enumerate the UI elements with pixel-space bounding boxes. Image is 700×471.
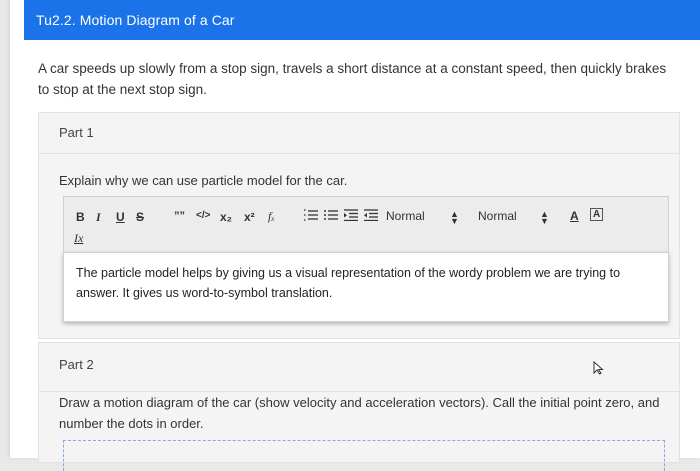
size-select[interactable]: Normal (478, 209, 517, 223)
header-bar: Tu2.2. Motion Diagram of a Car (24, 0, 700, 40)
part2-header[interactable]: Part 2 (38, 342, 680, 392)
part1-question: Explain why we can use particle model fo… (59, 173, 348, 188)
indent-button[interactable] (364, 209, 378, 224)
subscript-button[interactable]: x₂ (220, 210, 232, 224)
answer-editor[interactable]: The particle model helps by giving us a … (63, 252, 669, 322)
chevron-updown-icon: ▼ (450, 216, 459, 226)
chevron-updown-icon: ▼ (540, 216, 549, 226)
mouse-cursor-icon (593, 361, 604, 375)
underline-button[interactable]: U (116, 210, 125, 224)
quote-button[interactable]: ”” (174, 210, 185, 222)
editor-toolbar: B I U S ”” </> x₂ x² fₓ Normal ▲ ▼ Norma… (63, 196, 669, 253)
part1-header[interactable]: Part 1 (38, 112, 680, 154)
font-color-button[interactable]: A (570, 209, 579, 223)
bullet-list-button[interactable] (324, 209, 338, 224)
formula-button[interactable]: fₓ (268, 209, 275, 224)
answer-text: The particle model helps by giving us a … (76, 266, 621, 300)
part2-question: Draw a motion diagram of the car (show v… (59, 395, 660, 431)
outdent-button[interactable] (344, 209, 358, 224)
clear-format-button[interactable]: Ix (74, 231, 83, 246)
part2-label: Part 2 (59, 357, 94, 372)
background-color-button[interactable]: A (590, 208, 604, 221)
strikethrough-button[interactable]: S (136, 210, 144, 224)
code-button[interactable]: </> (196, 210, 210, 221)
page: Tu2.2. Motion Diagram of a Car A car spe… (10, 0, 700, 471)
bullet-list-icon (324, 210, 338, 220)
ordered-list-button[interactable] (304, 209, 318, 224)
superscript-button[interactable]: x² (244, 210, 255, 224)
indent-icon (364, 209, 378, 222)
ordered-list-icon (304, 209, 318, 221)
drawing-canvas[interactable] (63, 440, 665, 471)
bold-button[interactable]: B (76, 210, 85, 224)
part1-body: Explain why we can use particle model fo… (38, 153, 680, 339)
italic-button[interactable]: I (96, 210, 101, 225)
part1-label: Part 1 (59, 125, 94, 140)
page-title: Tu2.2. Motion Diagram of a Car (36, 12, 235, 28)
outdent-icon (344, 209, 358, 222)
format-select[interactable]: Normal (386, 209, 425, 223)
part2-body: Draw a motion diagram of the car (show v… (38, 391, 680, 471)
problem-prompt: A car speeds up slowly from a stop sign,… (38, 61, 667, 97)
